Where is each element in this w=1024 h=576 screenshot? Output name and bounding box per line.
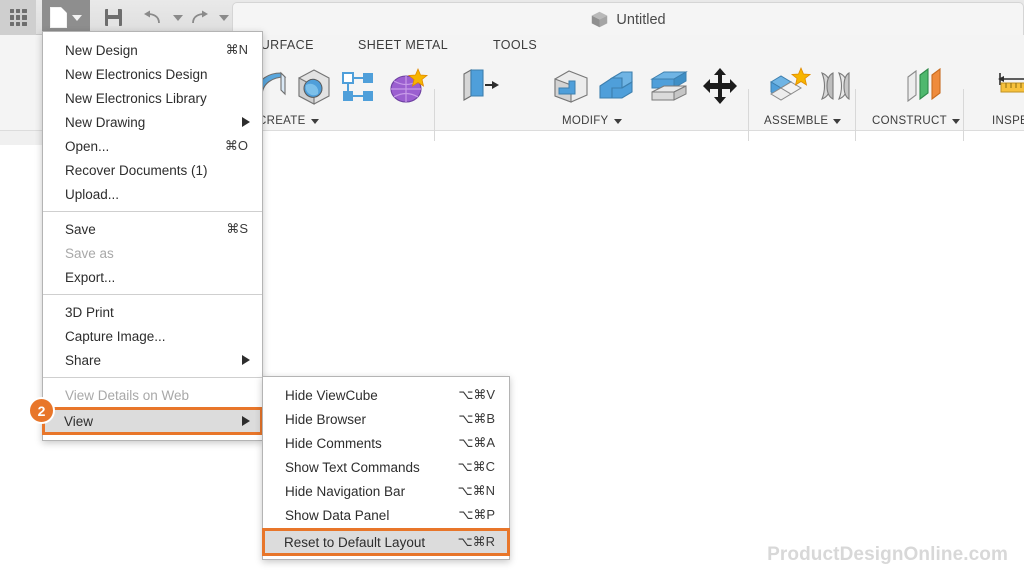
- submenu-item-show-data-panel[interactable]: Show Data Panel ⌥⌘P: [263, 503, 509, 527]
- panel-separator: [748, 89, 749, 141]
- menu-item-new-electronics-library[interactable]: New Electronics Library: [43, 86, 262, 110]
- document-title: Untitled: [616, 11, 666, 28]
- menu-separator: [43, 211, 262, 212]
- menu-item-save-as: Save as: [65, 245, 114, 261]
- panel-label-create[interactable]: CREATE: [258, 115, 319, 127]
- menu-item-new-electronics-design[interactable]: New Electronics Design: [43, 62, 262, 86]
- submenu-item-hide-navigation-bar[interactable]: Hide Navigation Bar ⌥⌘N: [263, 479, 509, 503]
- watermark: ProductDesignOnline.com: [767, 544, 1008, 565]
- panel-separator: [434, 89, 435, 141]
- submenu-item-hide-viewcube[interactable]: Hide ViewCube ⌥⌘V: [263, 383, 509, 407]
- chevron-down-icon: [72, 14, 82, 21]
- menu-separator: [43, 377, 262, 378]
- submenu-item-reset-to-default-layout[interactable]: Reset to Default Layout ⌥⌘R: [262, 528, 510, 556]
- menu-item-3d-print[interactable]: 3D Print: [43, 300, 262, 324]
- submenu-arrow-icon: [242, 416, 250, 426]
- cube-icon: [592, 11, 608, 28]
- chevron-down-icon: [172, 14, 183, 21]
- combine-icon: [643, 63, 695, 109]
- submenu-arrow-icon: [242, 355, 250, 365]
- undo-button[interactable]: [140, 0, 166, 35]
- menu-separator: [43, 294, 262, 295]
- menu-item-export[interactable]: Export...: [43, 265, 262, 289]
- document-title-wrap: Untitled: [233, 3, 1023, 36]
- app-grid-icon[interactable]: [0, 0, 36, 35]
- menu-item-share[interactable]: Share: [43, 348, 262, 372]
- menu-item-open[interactable]: Open... ⌘O: [43, 134, 262, 158]
- sketch-nodes-icon: [332, 63, 384, 109]
- step-badge-2: 2: [28, 397, 55, 424]
- chevron-down-icon: [833, 118, 842, 124]
- submenu-item-hide-comments[interactable]: Hide Comments ⌥⌘A: [263, 431, 509, 455]
- shell-icon: [590, 63, 642, 109]
- submenu-arrow-icon: [242, 117, 250, 127]
- menu-item-view[interactable]: 2 View: [28, 397, 263, 435]
- offset-plane-icon: [898, 63, 950, 109]
- chevron-down-icon: [951, 118, 960, 124]
- tab-sheet-metal[interactable]: SHEET METAL: [358, 38, 448, 52]
- combine-button[interactable]: [643, 63, 695, 109]
- sketch-nodes-button[interactable]: [332, 63, 384, 109]
- menu-item-view-details-on-web: View Details on Web: [65, 387, 190, 403]
- panel-label-assemble[interactable]: ASSEMBLE: [764, 115, 842, 127]
- panel-label-construct[interactable]: CONSTRUCT: [872, 115, 960, 127]
- quick-access-toolbar: Untitled: [0, 0, 1024, 35]
- new-document-button[interactable]: [42, 0, 90, 35]
- redo-arrow-icon: [192, 10, 208, 24]
- tab-tools[interactable]: TOOLS: [493, 38, 537, 52]
- measure-icon: [990, 63, 1024, 109]
- chevron-down-icon: [310, 118, 319, 124]
- menu-item-capture-image[interactable]: Capture Image...: [43, 324, 262, 348]
- submenu-item-hide-browser[interactable]: Hide Browser ⌥⌘B: [263, 407, 509, 431]
- chevron-down-icon: [613, 118, 622, 124]
- submenu-item-show-text-commands[interactable]: Show Text Commands ⌥⌘C: [263, 455, 509, 479]
- undo-dropdown-button[interactable]: [164, 0, 186, 35]
- menu-item-new-drawing[interactable]: New Drawing: [43, 110, 262, 134]
- document-tab[interactable]: Untitled: [232, 2, 1024, 35]
- move-copy-icon: [694, 63, 746, 109]
- offset-plane-button[interactable]: [898, 63, 950, 109]
- press-pull-icon: [453, 63, 505, 109]
- panel-label-inspect[interactable]: INSPE: [992, 115, 1024, 127]
- panel-separator: [855, 89, 856, 141]
- measure-button[interactable]: [990, 63, 1024, 109]
- shell-button[interactable]: [590, 63, 642, 109]
- create-form-button[interactable]: [381, 63, 433, 109]
- redo-dropdown-button[interactable]: [210, 0, 232, 35]
- panel-label-modify[interactable]: MODIFY: [562, 115, 622, 127]
- new-component-button[interactable]: [762, 63, 814, 109]
- menu-item-upload[interactable]: Upload...: [43, 182, 262, 206]
- menu-item-recover-documents[interactable]: Recover Documents (1): [43, 158, 262, 182]
- menu-item-save[interactable]: Save ⌘S: [43, 217, 262, 241]
- undo-arrow-icon: [144, 10, 160, 24]
- file-dropdown-menu[interactable]: New Design ⌘N New Electronics Design New…: [28, 31, 263, 441]
- redo-button[interactable]: [186, 0, 212, 35]
- app-grid-glyph: [9, 9, 27, 26]
- view-submenu[interactable]: Hide ViewCube ⌥⌘V Hide Browser ⌥⌘B Hide …: [262, 376, 510, 560]
- press-pull-button[interactable]: [453, 63, 505, 109]
- save-disk-icon: [104, 9, 122, 26]
- chevron-down-icon: [218, 14, 229, 21]
- menu-item-new-design[interactable]: New Design ⌘N: [43, 38, 262, 62]
- new-component-icon: [762, 63, 814, 109]
- fusion360-window: Untitled SURFACE SHEET METAL TOOLS CREAT…: [0, 0, 1024, 576]
- move-copy-button[interactable]: [694, 63, 746, 109]
- create-form-icon: [381, 63, 433, 109]
- panel-separator: [963, 89, 964, 141]
- new-document-icon: [50, 7, 67, 28]
- save-button[interactable]: [95, 0, 131, 35]
